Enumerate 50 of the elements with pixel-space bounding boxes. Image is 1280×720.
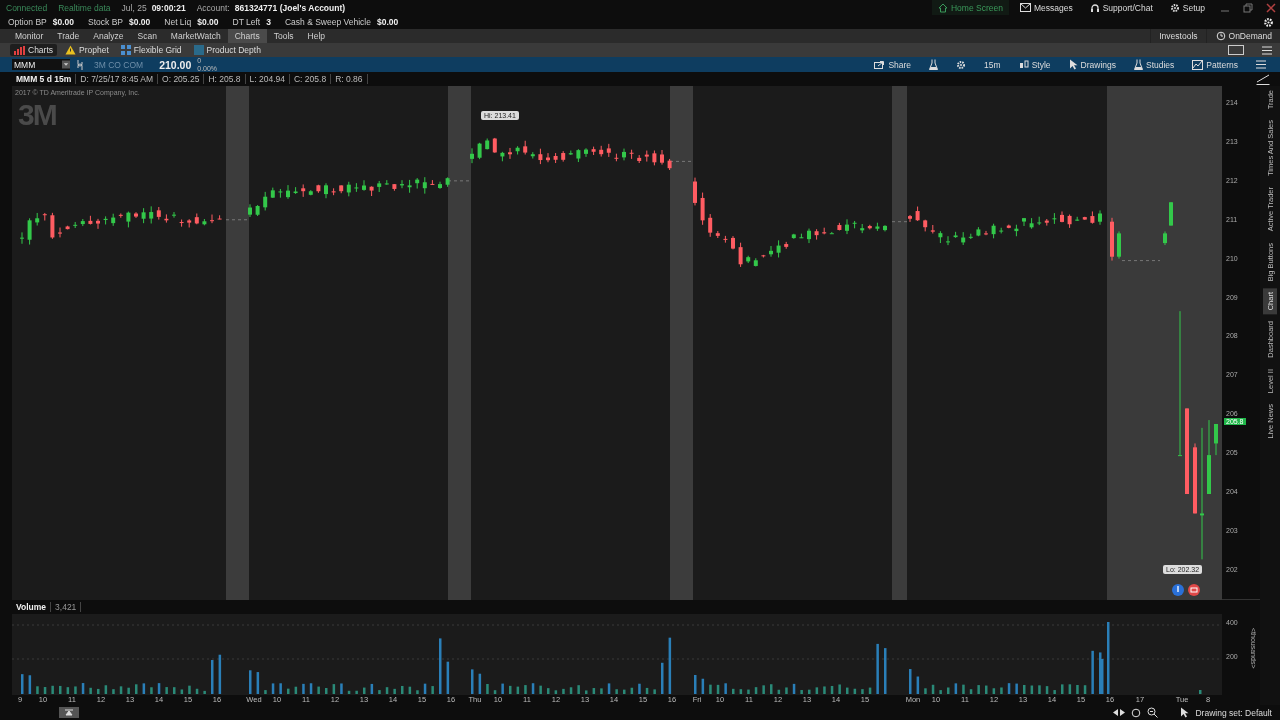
balance-label: Net Liq (164, 17, 192, 27)
ohlc-value: H: 205.8 (204, 74, 246, 84)
balance-label: DT Left (232, 17, 261, 27)
sub-tab[interactable]: Product Depth (189, 44, 265, 56)
top-link[interactable]: Home Screen (931, 0, 1009, 15)
menu-tab[interactable]: Scan (130, 29, 164, 43)
ohlc-value: D: 7/25/17 8:45 AM (76, 74, 159, 84)
flask-button[interactable]: Studies (1128, 57, 1181, 72)
date-text: Jul, 25 (121, 2, 147, 13)
volume-value: 3,421 (51, 602, 82, 613)
account-text: 861324771 (Joel's Account) (234, 2, 346, 13)
balance-label: Cash & Sweep Vehicle (284, 17, 371, 27)
drawings-button[interactable]: Drawings (1062, 57, 1122, 72)
style-button[interactable]: Style (1012, 57, 1057, 72)
sub-tab[interactable]: Prophet (61, 44, 113, 56)
drawing-set-label[interactable]: Drawing set: Default (1195, 707, 1272, 718)
timeframe-button[interactable]: 15m (978, 57, 1007, 72)
time-text: 09:00:21 (151, 2, 186, 13)
menu-tab[interactable]: MarketWatch (163, 29, 228, 43)
volume-title: Volume (12, 602, 52, 613)
top-link[interactable]: Messages (1013, 0, 1079, 15)
menu-tab[interactable]: Tools (266, 29, 301, 43)
top-link[interactable]: Setup (1163, 0, 1211, 15)
ohlc-value: R: 0.86 (331, 74, 368, 84)
balance-value: $0.00 (376, 17, 399, 27)
chart-title: MMM 5 d 15m (12, 74, 77, 84)
ohlc-value: O: 205.25 (158, 74, 205, 84)
ohlc-value: L: 204.94 (245, 74, 290, 84)
patterns-button[interactable]: Patterns (1186, 57, 1244, 72)
menu-tab[interactable]: Charts (227, 29, 267, 43)
menu-tab[interactable]: Help (300, 29, 332, 43)
account-label: Account: (196, 2, 230, 13)
menu-tab[interactable]: Trade (50, 29, 87, 43)
symbol-description: 3M CO COM (94, 59, 144, 70)
menu-tab[interactable]: Monitor (8, 29, 51, 43)
sub-tab[interactable]: Flexible Grid (116, 44, 186, 56)
top-link[interactable]: Support/Chat (1083, 0, 1159, 15)
share-button[interactable]: Share (868, 57, 918, 72)
balance-label: Stock BP (88, 17, 123, 27)
balance-value: $0.00 (197, 17, 219, 27)
balance-label: Option BP (8, 17, 47, 27)
menu-tab[interactable]: Analyze (86, 29, 131, 43)
balance-value: $0.00 (52, 17, 75, 27)
data-feed-status: Realtime data (58, 2, 111, 13)
last-price: 210.00 (159, 58, 192, 71)
ohlc-value: C: 205.8 (290, 74, 332, 84)
sub-tab[interactable]: Charts (10, 44, 58, 56)
balance-value: 3 (266, 17, 271, 27)
connection-status: Connected (6, 2, 48, 13)
balance-value: $0.00 (129, 17, 151, 27)
